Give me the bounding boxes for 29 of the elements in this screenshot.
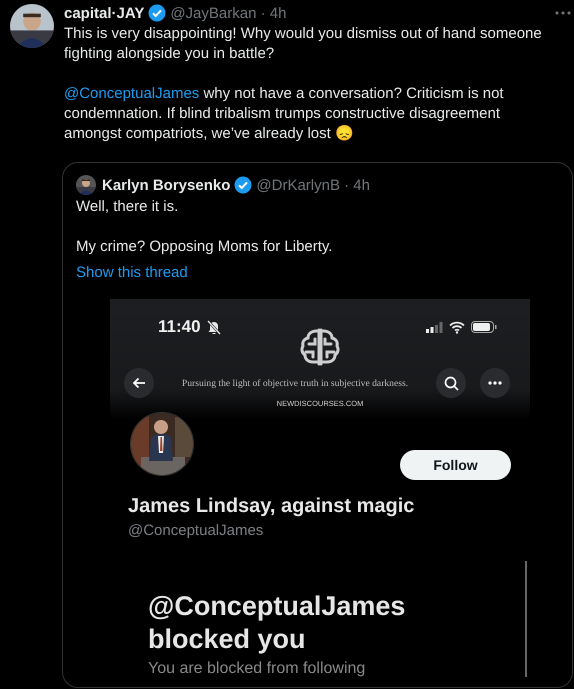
more-icon [488,381,502,385]
profile-handle: @ConceptualJames [128,522,264,540]
follow-button[interactable]: Follow [400,450,511,480]
blocked-text: You are blocked from following [148,660,366,677]
tweet-text: Well, there it is. [76,197,180,217]
wifi-icon [449,320,465,334]
tagline: Pursuing the light of objective truth in subjective darkness. [180,378,410,388]
signal-icon [426,322,443,332]
bell-slash-icon [206,320,221,334]
brain-icon [300,327,340,367]
status-time: 11:40 [158,317,201,337]
blocked-title: @ConceptualJames blocked you [148,590,406,656]
battery-icon [471,321,497,333]
more-icon[interactable] [555,11,571,15]
mention-link[interactable]: @ConceptualJames [64,85,200,102]
search-button[interactable] [436,368,466,398]
tweet-text: My crime? Opposing Moms for Liberty. [76,237,334,257]
arrow-icon [132,376,146,390]
thread-link[interactable]: Show this thread [76,263,188,283]
author-name[interactable]: capital·JAY [64,4,144,22]
tweet-meta: @JayBarkan · 4h [170,4,286,22]
search-icon [444,376,458,390]
tweet-text: @ConceptualJames why not have a conversation? Criticism is not condemnation. If blind tribalism trumps constructive disagreement amongst compatriots, we’ve already lost 😞 [64,84,505,144]
tweet-text: This is very disappointing! Why would you dismiss out of hand someone fighting alongside you in battle? [64,24,543,64]
back-button[interactable] [124,368,154,398]
tweet-meta: @DrKarlynB · 4h [256,176,370,194]
more-button[interactable] [480,368,510,398]
author-name[interactable]: Karlyn Borysenko [102,176,230,194]
profile-name: James Lindsay, against magic [128,494,416,518]
